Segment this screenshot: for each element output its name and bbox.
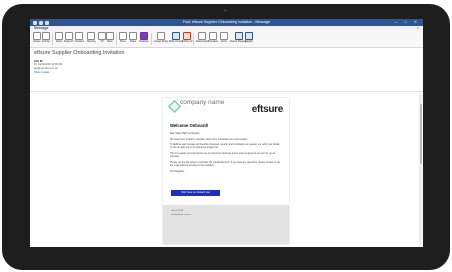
email-footer: eftsure 2018 info@eftsure.com.au <box>163 205 289 244</box>
zoom-button[interactable]: Zoom <box>220 32 228 44</box>
message-subject: eftsure Supplier Onboarding Invitation <box>34 50 125 56</box>
camera-icon <box>224 9 227 12</box>
show-images-link[interactable]: Show images <box>34 71 50 74</box>
more-button[interactable]: More <box>106 32 114 44</box>
mark-unread-button[interactable]: Mark Unread <box>169 32 183 44</box>
ribbon-divider <box>193 33 194 45</box>
move-icon <box>119 32 127 40</box>
insights-button[interactable]: Insights <box>245 32 253 44</box>
forward-button[interactable]: Forward <box>75 32 84 44</box>
meeting-icon <box>87 32 96 40</box>
company-logo-icon <box>168 100 181 113</box>
ribbon-divider <box>151 33 152 45</box>
email-greeting: Dear Value Matrix at Supplier <box>170 133 200 135</box>
message-date: Fri 14/12/2018 10:00 AM <box>34 63 63 66</box>
email-heading: Welcome Onboard! <box>170 123 209 128</box>
reading-pane: company name eftsure Welcome Onboard! De… <box>30 92 423 247</box>
reply-all-button[interactable]: Reply All <box>64 32 73 44</box>
title-bar: Fwd: eftsure Supplier Onboarding Invitat… <box>30 19 423 26</box>
im-icon <box>98 32 106 40</box>
delete-icon <box>33 32 41 40</box>
window-controls[interactable]: — □ ✕ <box>394 19 420 26</box>
delete-button[interactable]: Delete <box>33 32 41 44</box>
footer-email-link[interactable]: info@eftsure.com.au <box>171 214 191 216</box>
flag-icon <box>183 32 192 40</box>
envelope-icon <box>171 32 180 40</box>
company-name: company name <box>180 99 225 106</box>
footer-copyright: eftsure 2018 <box>171 210 184 212</box>
email-signoff: Kind Regards, <box>170 170 185 173</box>
email-paragraph: This is a regular process that we use to… <box>170 153 276 159</box>
message-header: eftsure Supplier Onboarding Invitation I… <box>30 48 423 92</box>
onboard-now-button[interactable]: Click here to onboard now <box>171 190 220 196</box>
onenote-icon <box>139 32 148 40</box>
translate-button[interactable]: Translate <box>208 32 218 44</box>
eftsure-logo: eftsure <box>251 104 284 115</box>
email-content: Welcome Onboard! Dear Value Matrix at Su… <box>170 123 282 176</box>
scrollbar-thumb[interactable] <box>419 104 422 164</box>
ribbon: Delete Archive Reply Reply All Forward M… <box>30 31 423 48</box>
meeting-button[interactable]: Meeting <box>87 32 96 44</box>
ribbon-divider <box>116 33 117 45</box>
email-logo-bar: company name eftsure <box>163 98 289 120</box>
email-paragraph: To facilitate and manage our financial p… <box>170 144 280 150</box>
email-body: company name eftsure Welcome Onboard! De… <box>163 98 289 244</box>
archive-button[interactable]: Archive <box>42 32 50 44</box>
email-paragraph: We have been invited by company name to … <box>170 138 248 141</box>
rules-icon <box>129 32 137 40</box>
reply-icon <box>55 32 63 40</box>
ribbon-divider <box>52 33 53 45</box>
reply-all-icon <box>64 32 73 40</box>
forward-icon <box>75 32 84 40</box>
read-aloud-button[interactable]: Read Aloud <box>196 32 208 44</box>
archive-icon <box>42 32 50 40</box>
rules-button[interactable]: Rules <box>129 32 137 44</box>
email-paragraph: Please use the link below to complete th… <box>170 161 280 168</box>
assign-policy-button[interactable]: Assign Policy <box>154 32 168 44</box>
reply-button[interactable]: Reply <box>55 32 63 44</box>
translate-icon <box>208 32 217 40</box>
move-button[interactable]: Move <box>119 32 127 44</box>
speaker-icon <box>198 32 207 40</box>
policy-icon <box>157 32 166 40</box>
more-icon <box>106 32 114 40</box>
onenote-button[interactable]: OneNote <box>139 32 149 44</box>
insights-icon <box>245 32 254 40</box>
window-title: Fwd: eftsure Supplier Onboarding Invitat… <box>183 20 270 24</box>
zoom-icon <box>220 32 228 40</box>
shield-icon <box>234 32 243 40</box>
im-button[interactable]: IM <box>98 32 106 44</box>
follow-up-button[interactable]: Follow Up <box>182 32 193 44</box>
outlook-window: Fwd: eftsure Supplier Onboarding Invitat… <box>30 19 423 247</box>
recipient-line: test@vendor.com.au <box>34 67 58 70</box>
